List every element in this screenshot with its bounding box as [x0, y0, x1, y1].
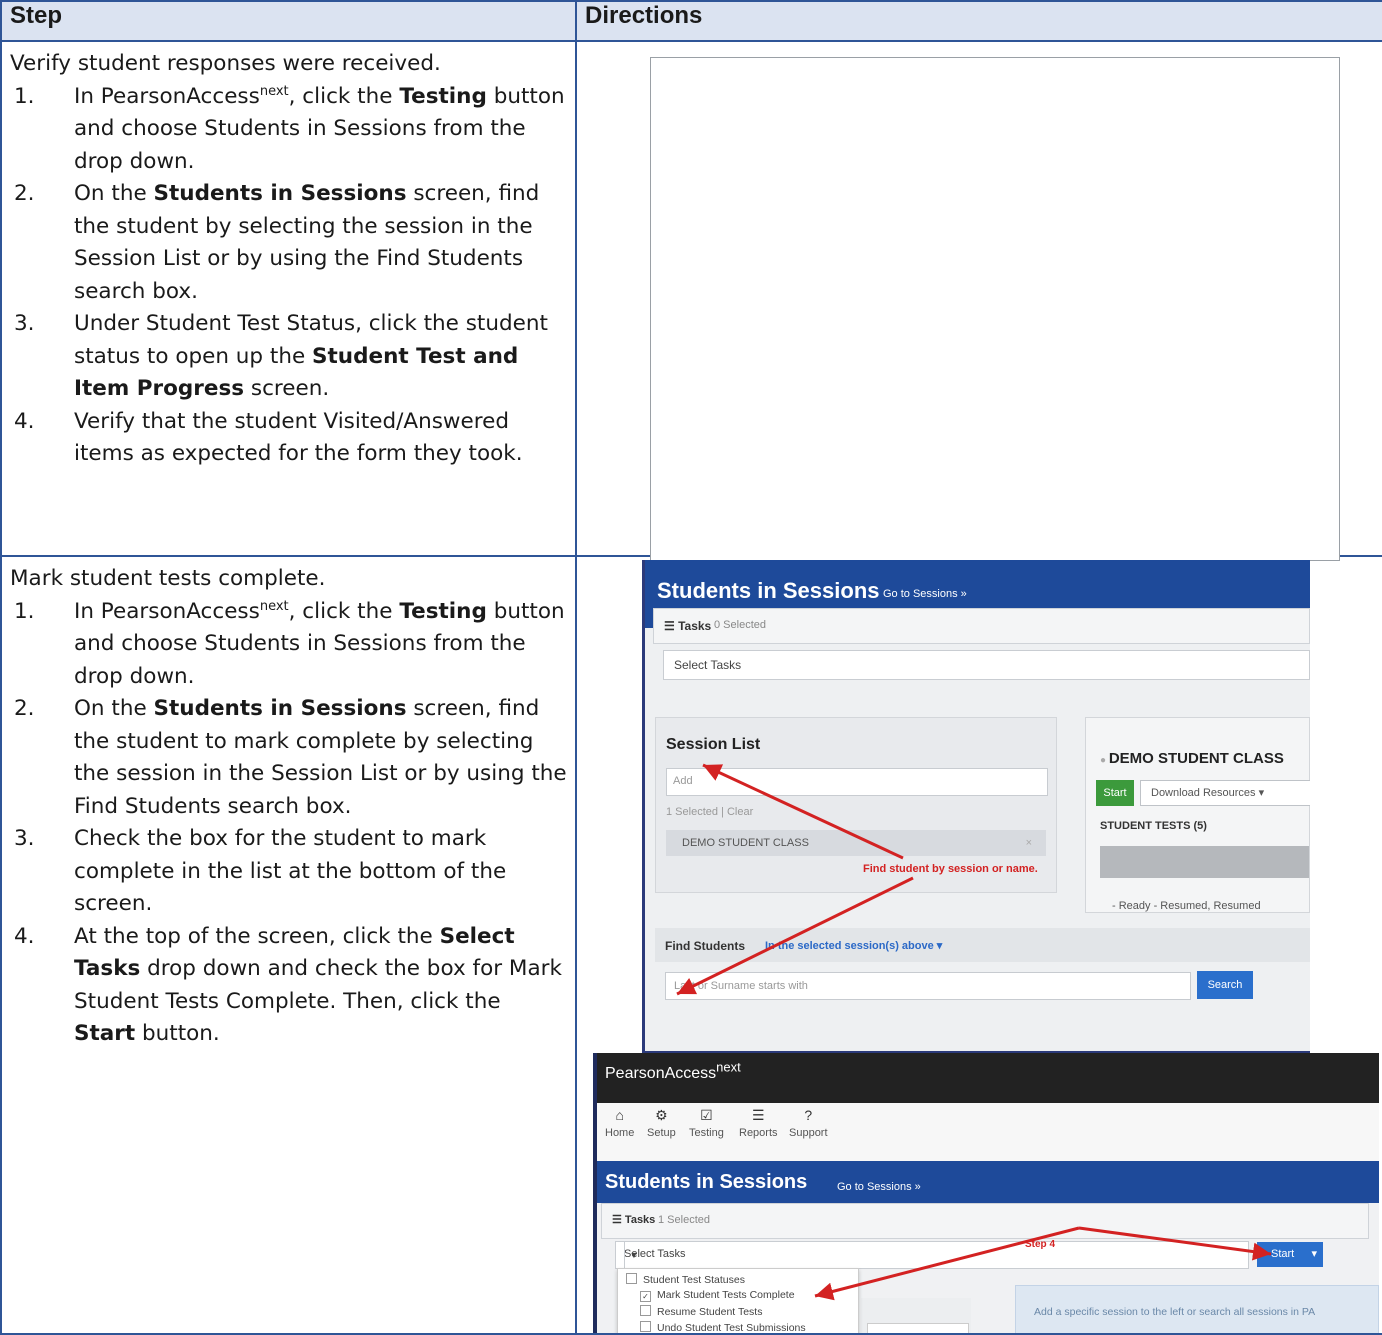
select-tasks-screenshot: PearsonAccessnext ⌂ Home ⚙ Setup ☑ Testing … — [593, 1053, 1379, 1333]
row1-step-cell: Verify student responses were received. … — [0, 40, 577, 557]
image-placeholder-frame — [650, 57, 1340, 561]
row2-step-cell: Mark student tests complete. 1. In Pearso… — [0, 555, 577, 1335]
row1-item-1: 1. In PearsonAccessnext, click the Testin… — [14, 83, 565, 174]
row2-item-1: 1. In PearsonAccessnext, click the Testin… — [14, 598, 565, 689]
row1-intro: Verify student responses were received. — [10, 51, 441, 76]
row1-item-3: 3. Under Student Test Status, click the s… — [14, 311, 548, 401]
row2-list: 1. In PearsonAccessnext, click the Testin… — [10, 596, 567, 1051]
students-in-sessions-screenshot: Students in Sessions Go to Sessions » ☰ … — [642, 560, 1310, 1053]
row1-list: 1. In PearsonAccessnext, click the Testin… — [10, 81, 567, 471]
header-step: Step — [0, 0, 577, 42]
row2-item-2: 2. On the Students in Sessions screen, fi… — [14, 696, 567, 819]
row1-item-4: 4. Verify that the student Visited/Answer… — [14, 408, 523, 467]
row1-item-2: 2. On the Students in Sessions screen, fi… — [14, 181, 540, 304]
document-page: Step Directions Verify student responses… — [0, 0, 1382, 1335]
row2-intro: Mark student tests complete. — [10, 566, 326, 591]
row2-item-3: 3. Check the box for the student to mark … — [14, 826, 507, 916]
row2-item-4: 4. At the top of the screen, click the Se… — [14, 923, 562, 1047]
annotation-arrows — [676, 763, 914, 996]
header-directions: Directions — [575, 0, 1382, 42]
annotation-arrows — [814, 1226, 1272, 1301]
